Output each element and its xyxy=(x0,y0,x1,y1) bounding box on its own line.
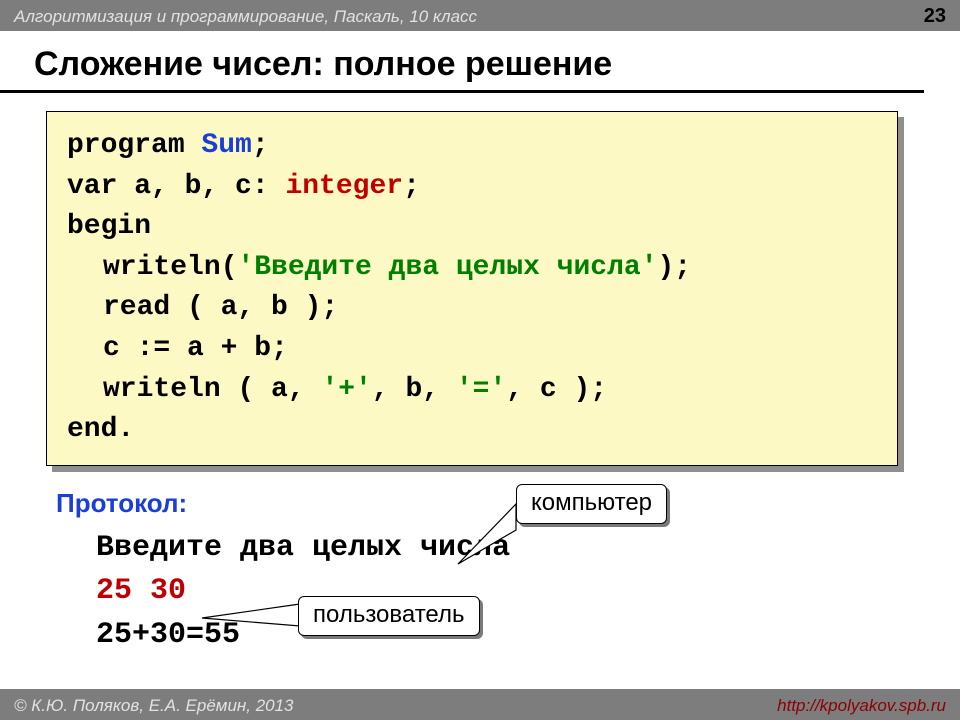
code-line: begin xyxy=(67,207,877,248)
callout-pointer-icon xyxy=(202,600,312,630)
slide-title: Сложение чисел: полное решение xyxy=(0,31,924,93)
code-content: program Sum; var a, b, c: integer; begin… xyxy=(46,111,898,466)
protocol-line: Введите два целых числа xyxy=(96,527,960,571)
callout-user: пользователь xyxy=(298,596,480,636)
code-line: c := a + b; xyxy=(67,329,877,370)
page-number: 23 xyxy=(924,5,946,28)
footer-url: http://kpolyakov.spb.ru xyxy=(777,696,946,716)
footer-bar: © К.Ю. Поляков, Е.А. Ерёмин, 2013 http:/… xyxy=(0,689,960,720)
header-bar: Алгоритмизация и программирование, Паска… xyxy=(0,0,960,31)
code-line: var a, b, c: integer; xyxy=(67,167,877,208)
code-block: program Sum; var a, b, c: integer; begin… xyxy=(46,111,898,466)
code-line: end. xyxy=(67,410,877,451)
code-line: read ( a, b ); xyxy=(67,288,877,329)
code-line: writeln('Введите два целых числа'); xyxy=(67,248,877,289)
code-line: program Sum; xyxy=(67,126,877,167)
callout-computer: компьютер xyxy=(516,484,667,524)
protocol-output: Введите два целых числа 25 30 25+30=55 xyxy=(96,527,960,658)
code-line: writeln ( a, '+', b, '=', c ); xyxy=(67,370,877,411)
course-title: Алгоритмизация и программирование, Паска… xyxy=(14,7,477,27)
callout-label: пользователь xyxy=(298,596,480,636)
callout-label: компьютер xyxy=(516,484,667,524)
copyright: © К.Ю. Поляков, Е.А. Ерёмин, 2013 xyxy=(14,696,294,716)
